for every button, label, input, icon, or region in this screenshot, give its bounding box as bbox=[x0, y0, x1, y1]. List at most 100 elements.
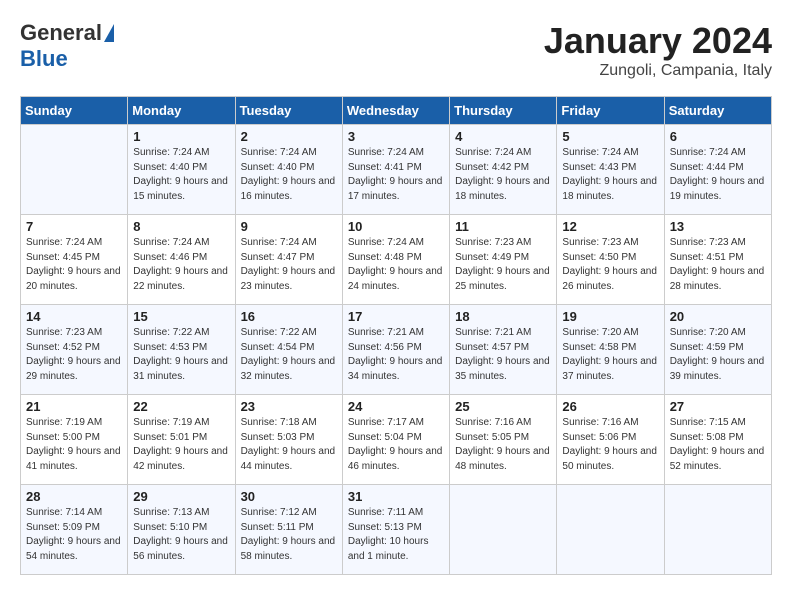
day-number: 8 bbox=[133, 219, 229, 234]
weekday-header-thursday: Thursday bbox=[450, 97, 557, 125]
calendar-cell: 10 Sunrise: 7:24 AMSunset: 4:48 PMDayligh… bbox=[342, 215, 449, 305]
calendar-cell: 14 Sunrise: 7:23 AMSunset: 4:52 PMDayligh… bbox=[21, 305, 128, 395]
day-info: Sunrise: 7:16 AMSunset: 5:06 PMDaylight:… bbox=[562, 416, 658, 474]
weekday-header-row: SundayMondayTuesdayWednesdayThursdayFrid… bbox=[21, 97, 772, 125]
day-number: 2 bbox=[241, 129, 337, 144]
day-number: 3 bbox=[348, 129, 444, 144]
calendar-cell: 8 Sunrise: 7:24 AMSunset: 4:46 PMDaylight… bbox=[128, 215, 235, 305]
calendar-cell: 27 Sunrise: 7:15 AMSunset: 5:08 PMDayligh… bbox=[664, 395, 771, 485]
location-text: Zungoli, Campania, Italy bbox=[544, 62, 772, 80]
title-block: January 2024 Zungoli, Campania, Italy bbox=[544, 20, 772, 80]
day-number: 12 bbox=[562, 219, 658, 234]
day-info: Sunrise: 7:20 AMSunset: 4:59 PMDaylight:… bbox=[670, 326, 766, 384]
calendar-week-row: 1Sunrise: 7:24 AMSunset: 4:40 PMDaylight… bbox=[21, 125, 772, 215]
weekday-header-wednesday: Wednesday bbox=[342, 97, 449, 125]
day-info: Sunrise: 7:18 AMSunset: 5:03 PMDaylight:… bbox=[241, 416, 337, 474]
day-info: Sunrise: 7:24 AMSunset: 4:48 PMDaylight:… bbox=[348, 236, 444, 294]
day-info: Sunrise: 7:17 AMSunset: 5:04 PMDaylight:… bbox=[348, 416, 444, 474]
calendar-cell: 20 Sunrise: 7:20 AMSunset: 4:59 PMDayligh… bbox=[664, 305, 771, 395]
day-info: Sunrise: 7:12 AMSunset: 5:11 PMDaylight:… bbox=[241, 506, 337, 564]
day-info: Sunrise: 7:21 AMSunset: 4:56 PMDaylight:… bbox=[348, 326, 444, 384]
day-info: Sunrise: 7:23 AMSunset: 4:51 PMDaylight:… bbox=[670, 236, 766, 294]
calendar-cell: 30 Sunrise: 7:12 AMSunset: 5:11 PMDayligh… bbox=[235, 485, 342, 575]
weekday-header-tuesday: Tuesday bbox=[235, 97, 342, 125]
weekday-header-monday: Monday bbox=[128, 97, 235, 125]
day-number: 4 bbox=[455, 129, 551, 144]
calendar-week-row: 7 Sunrise: 7:24 AMSunset: 4:45 PMDaylight… bbox=[21, 215, 772, 305]
day-info: Sunrise: 7:15 AMSunset: 5:08 PMDaylight:… bbox=[670, 416, 766, 474]
calendar-cell: 12 Sunrise: 7:23 AMSunset: 4:50 PMDayligh… bbox=[557, 215, 664, 305]
day-number: 27 bbox=[670, 399, 766, 414]
day-number: 23 bbox=[241, 399, 337, 414]
calendar-cell: 1Sunrise: 7:24 AMSunset: 4:40 PMDaylight… bbox=[128, 125, 235, 215]
day-number: 31 bbox=[348, 489, 444, 504]
calendar-cell: 13Sunrise: 7:23 AMSunset: 4:51 PMDayligh… bbox=[664, 215, 771, 305]
calendar-cell: 21 Sunrise: 7:19 AMSunset: 5:00 PMDayligh… bbox=[21, 395, 128, 485]
calendar-cell: 29Sunrise: 7:13 AMSunset: 5:10 PMDayligh… bbox=[128, 485, 235, 575]
logo-blue-text: Blue bbox=[20, 46, 68, 72]
day-number: 29 bbox=[133, 489, 229, 504]
day-number: 30 bbox=[241, 489, 337, 504]
calendar-week-row: 28Sunrise: 7:14 AMSunset: 5:09 PMDayligh… bbox=[21, 485, 772, 575]
day-info: Sunrise: 7:19 AMSunset: 5:00 PMDaylight:… bbox=[26, 416, 122, 474]
calendar-cell: 6 Sunrise: 7:24 AMSunset: 4:44 PMDaylight… bbox=[664, 125, 771, 215]
calendar-table: SundayMondayTuesdayWednesdayThursdayFrid… bbox=[20, 96, 772, 575]
day-info: Sunrise: 7:24 AMSunset: 4:47 PMDaylight:… bbox=[241, 236, 337, 294]
calendar-cell: 17 Sunrise: 7:21 AMSunset: 4:56 PMDayligh… bbox=[342, 305, 449, 395]
calendar-cell: 3 Sunrise: 7:24 AMSunset: 4:41 PMDaylight… bbox=[342, 125, 449, 215]
day-number: 20 bbox=[670, 309, 766, 324]
calendar-cell: 18 Sunrise: 7:21 AMSunset: 4:57 PMDayligh… bbox=[450, 305, 557, 395]
day-info: Sunrise: 7:24 AMSunset: 4:41 PMDaylight:… bbox=[348, 146, 444, 204]
day-number: 11 bbox=[455, 219, 551, 234]
calendar-cell: 28Sunrise: 7:14 AMSunset: 5:09 PMDayligh… bbox=[21, 485, 128, 575]
calendar-cell: 15Sunrise: 7:22 AMSunset: 4:53 PMDayligh… bbox=[128, 305, 235, 395]
day-info: Sunrise: 7:23 AMSunset: 4:49 PMDaylight:… bbox=[455, 236, 551, 294]
day-info: Sunrise: 7:16 AMSunset: 5:05 PMDaylight:… bbox=[455, 416, 551, 474]
day-info: Sunrise: 7:24 AMSunset: 4:44 PMDaylight:… bbox=[670, 146, 766, 204]
day-number: 17 bbox=[348, 309, 444, 324]
calendar-cell: 24Sunrise: 7:17 AMSunset: 5:04 PMDayligh… bbox=[342, 395, 449, 485]
day-info: Sunrise: 7:22 AMSunset: 4:54 PMDaylight:… bbox=[241, 326, 337, 384]
calendar-cell: 25 Sunrise: 7:16 AMSunset: 5:05 PMDayligh… bbox=[450, 395, 557, 485]
day-number: 19 bbox=[562, 309, 658, 324]
calendar-cell: 9 Sunrise: 7:24 AMSunset: 4:47 PMDaylight… bbox=[235, 215, 342, 305]
day-number: 21 bbox=[26, 399, 122, 414]
logo-general-text: General bbox=[20, 20, 102, 46]
day-number: 7 bbox=[26, 219, 122, 234]
day-number: 9 bbox=[241, 219, 337, 234]
weekday-header-friday: Friday bbox=[557, 97, 664, 125]
day-number: 15 bbox=[133, 309, 229, 324]
day-info: Sunrise: 7:19 AMSunset: 5:01 PMDaylight:… bbox=[133, 416, 229, 474]
month-title: January 2024 bbox=[544, 20, 772, 62]
calendar-cell: 2 Sunrise: 7:24 AMSunset: 4:40 PMDaylight… bbox=[235, 125, 342, 215]
day-info: Sunrise: 7:11 AMSunset: 5:13 PMDaylight:… bbox=[348, 506, 444, 564]
day-number: 16 bbox=[241, 309, 337, 324]
day-info: Sunrise: 7:24 AMSunset: 4:46 PMDaylight:… bbox=[133, 236, 229, 294]
page-header: General Blue January 2024 Zungoli, Campa… bbox=[20, 20, 772, 80]
day-info: Sunrise: 7:23 AMSunset: 4:50 PMDaylight:… bbox=[562, 236, 658, 294]
calendar-week-row: 14 Sunrise: 7:23 AMSunset: 4:52 PMDayligh… bbox=[21, 305, 772, 395]
day-info: Sunrise: 7:24 AMSunset: 4:40 PMDaylight:… bbox=[241, 146, 337, 204]
calendar-cell: 5 Sunrise: 7:24 AMSunset: 4:43 PMDaylight… bbox=[557, 125, 664, 215]
day-info: Sunrise: 7:23 AMSunset: 4:52 PMDaylight:… bbox=[26, 326, 122, 384]
calendar-cell: 22 Sunrise: 7:19 AMSunset: 5:01 PMDayligh… bbox=[128, 395, 235, 485]
day-number: 5 bbox=[562, 129, 658, 144]
day-number: 10 bbox=[348, 219, 444, 234]
weekday-header-sunday: Sunday bbox=[21, 97, 128, 125]
calendar-cell: 26 Sunrise: 7:16 AMSunset: 5:06 PMDayligh… bbox=[557, 395, 664, 485]
weekday-header-saturday: Saturday bbox=[664, 97, 771, 125]
day-number: 18 bbox=[455, 309, 551, 324]
calendar-cell bbox=[450, 485, 557, 575]
day-info: Sunrise: 7:24 AMSunset: 4:43 PMDaylight:… bbox=[562, 146, 658, 204]
calendar-cell bbox=[557, 485, 664, 575]
day-info: Sunrise: 7:21 AMSunset: 4:57 PMDaylight:… bbox=[455, 326, 551, 384]
day-number: 6 bbox=[670, 129, 766, 144]
day-number: 14 bbox=[26, 309, 122, 324]
day-number: 25 bbox=[455, 399, 551, 414]
day-number: 22 bbox=[133, 399, 229, 414]
day-number: 26 bbox=[562, 399, 658, 414]
calendar-week-row: 21 Sunrise: 7:19 AMSunset: 5:00 PMDayligh… bbox=[21, 395, 772, 485]
calendar-cell: 7 Sunrise: 7:24 AMSunset: 4:45 PMDaylight… bbox=[21, 215, 128, 305]
calendar-cell: 19Sunrise: 7:20 AMSunset: 4:58 PMDayligh… bbox=[557, 305, 664, 395]
day-info: Sunrise: 7:24 AMSunset: 4:45 PMDaylight:… bbox=[26, 236, 122, 294]
